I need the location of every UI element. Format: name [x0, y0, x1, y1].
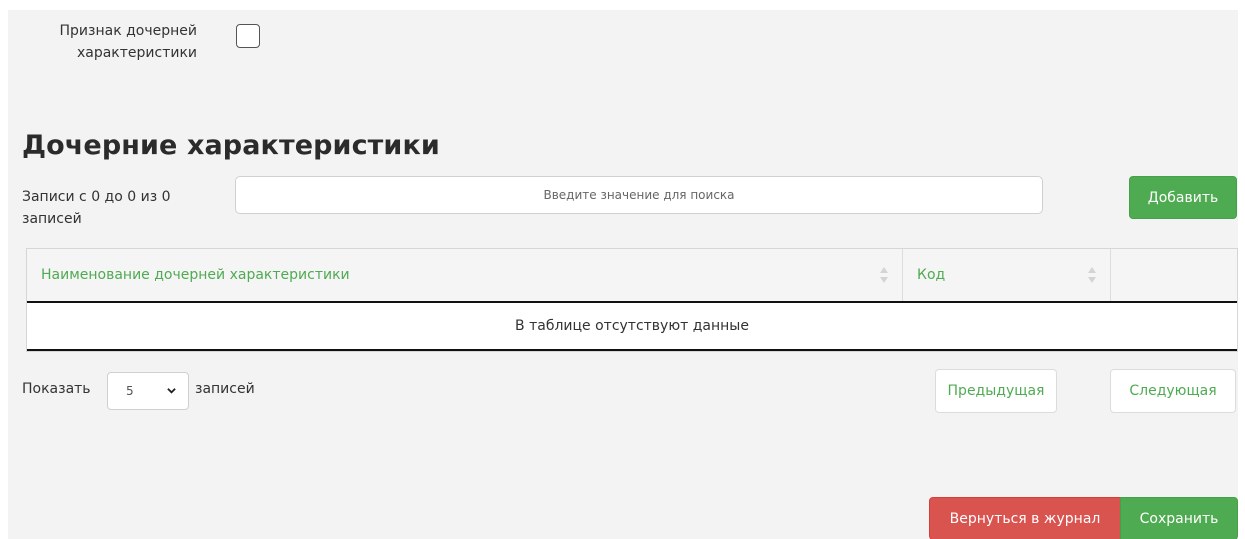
records-info: Записи с 0 до 0 из 0 записей: [22, 189, 171, 227]
table-header: Наименование дочерней характеристики Код: [27, 249, 1237, 303]
child-flag-label: Признак дочерней характеристики: [59, 23, 197, 61]
page-size-value: 5: [126, 384, 134, 398]
column-header-code[interactable]: Код: [903, 249, 1111, 301]
back-to-journal-button[interactable]: Вернуться в журнал: [929, 497, 1121, 539]
entries-label: записей: [195, 381, 255, 397]
empty-table-message: В таблице отсутствуют данные: [27, 303, 1237, 351]
column-header-actions: [1111, 249, 1237, 301]
next-page-button[interactable]: Следующая: [1110, 369, 1236, 413]
add-button[interactable]: Добавить: [1129, 176, 1237, 219]
show-label: Показать: [22, 381, 91, 397]
search-input[interactable]: [235, 176, 1043, 214]
column-header-code-label: Код: [917, 267, 946, 283]
sort-icon: [1088, 267, 1096, 283]
previous-page-button[interactable]: Предыдущая: [935, 369, 1057, 413]
chevron-down-icon: [167, 388, 176, 394]
column-header-name-label: Наименование дочерней характеристики: [41, 267, 350, 283]
child-flag-checkbox[interactable]: [236, 24, 260, 48]
save-button[interactable]: Сохранить: [1120, 497, 1238, 539]
child-characteristics-table: Наименование дочерней характеристики Код…: [26, 248, 1238, 352]
page-size-select[interactable]: 5: [107, 372, 189, 410]
section-title: Дочерние характеристики: [22, 130, 440, 161]
column-header-name[interactable]: Наименование дочерней характеристики: [27, 249, 903, 301]
sort-icon: [880, 267, 888, 283]
